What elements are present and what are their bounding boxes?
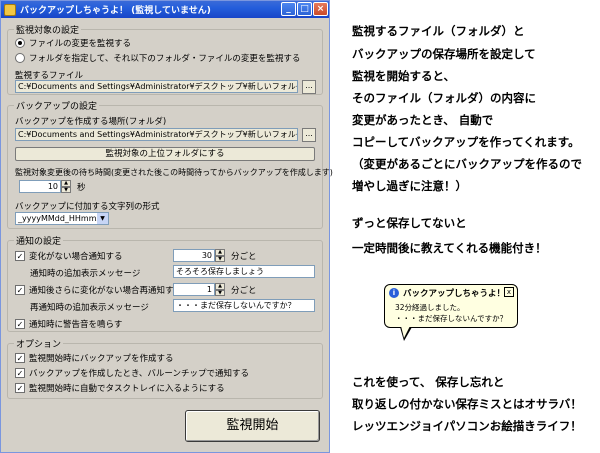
option3-row[interactable]: ✓ 監視開始時に自動でタスクトレイに入るようにする bbox=[15, 382, 225, 394]
renotify-arrows[interactable]: ▲ ▼ bbox=[215, 283, 225, 296]
balloon-tip: i バックアップしちゃうよ！ x 32分経過しました。 ・・・まだ保存しないんで… bbox=[384, 284, 518, 328]
chevron-down-icon[interactable]: ▼ bbox=[97, 213, 108, 224]
no-change-unit: 分ごと bbox=[231, 252, 257, 262]
sound-label: 通知時に警告音を鳴らす bbox=[29, 320, 123, 330]
note-line-13: レッツエンジョイパソコンお絵描きライフ！ bbox=[352, 419, 582, 433]
note-line-1: 監視するファイル（フォルダ）と bbox=[352, 24, 525, 38]
balloon-line-1: 32分経過しました。 bbox=[395, 303, 465, 312]
suffix-format-label: バックアップに付加する文字列の形式 bbox=[15, 202, 160, 212]
note-line-11: これを使って、 保存し忘れと bbox=[352, 375, 505, 389]
wait-time-label: 監視対象変更後の待ち時間(変更された後この時間待ってからバックアップを作成します… bbox=[15, 168, 333, 177]
option2-row[interactable]: ✓ バックアップを作成したとき、バルーンチップで通知する bbox=[15, 367, 249, 379]
title-bar[interactable]: バックアップしちゃうよ！ (監視していません) _ □ × bbox=[1, 1, 329, 18]
options-label: オプション bbox=[14, 337, 64, 350]
target-settings-label: 監視対象の設定 bbox=[14, 23, 82, 36]
app-icon bbox=[4, 3, 16, 16]
suffix-format-value: _yyyyMMdd_HHmmss bbox=[18, 214, 105, 223]
parent-folder-button[interactable]: 監視対象の上位フォルダにする bbox=[15, 147, 315, 161]
no-change-spinner[interactable]: 30 ▲ ▼ bbox=[173, 249, 225, 262]
balloon-close-icon[interactable]: x bbox=[504, 287, 514, 297]
extra-message-label: 通知時の追加表示メッセージ bbox=[30, 269, 141, 279]
renotify-value[interactable]: 1 bbox=[173, 283, 215, 296]
note-line-4: そのファイル（フォルダ）の内容に bbox=[352, 91, 536, 105]
option3-checkbox[interactable]: ✓ bbox=[15, 383, 25, 393]
browse-dest-button[interactable]: ... bbox=[302, 128, 316, 142]
maximize-button[interactable]: □ bbox=[297, 2, 312, 16]
note-line-7: （変更があるごとにバックアップを作るので bbox=[352, 157, 582, 171]
sound-checkbox[interactable]: ✓ bbox=[15, 319, 25, 329]
browse-file-button[interactable]: ... bbox=[302, 80, 316, 94]
balloon-line-2: ・・・まだ保存しないんですか？ bbox=[395, 314, 508, 323]
start-monitoring-button[interactable]: 監視開始 bbox=[185, 410, 320, 442]
watch-file-field[interactable]: C:¥Documents and Settings¥Administrator¥… bbox=[15, 80, 298, 93]
option1-row[interactable]: ✓ 監視開始時にバックアップを作成する bbox=[15, 352, 174, 364]
renotify-spinner[interactable]: 1 ▲ ▼ bbox=[173, 283, 225, 296]
option1-checkbox[interactable]: ✓ bbox=[15, 353, 25, 363]
note-line-5: 変更があったとき、 自動で bbox=[352, 113, 494, 127]
backup-dest-label: バックアップを作成する場所(フォルダ) bbox=[15, 117, 167, 127]
radio-file-button[interactable] bbox=[15, 38, 25, 48]
note-line-6: コピーしてバックアップを作ってくれます。 bbox=[352, 135, 580, 149]
radio-watch-file[interactable]: ファイルの変更を監視する bbox=[15, 37, 131, 49]
renotify-checkbox[interactable]: ✓ bbox=[15, 285, 25, 295]
re-message-label: 再通知時の追加表示メッセージ bbox=[30, 303, 149, 313]
wait-time-arrows[interactable]: ▲ ▼ bbox=[61, 180, 71, 193]
note-line-8: 増やし過ぎに注意！） bbox=[352, 179, 467, 193]
suffix-format-select[interactable]: _yyyyMMdd_HHmmss ▼ bbox=[15, 212, 109, 225]
info-icon: i bbox=[389, 288, 399, 298]
backup-settings-label: バックアップの設定 bbox=[14, 99, 100, 112]
note-line-10: 一定時間後に教えてくれる機能付き！ bbox=[352, 241, 547, 255]
close-button[interactable]: × bbox=[313, 2, 328, 16]
option1-label: 監視開始時にバックアップを作成する bbox=[29, 354, 174, 364]
balloon-tail-inner bbox=[401, 326, 410, 338]
window-title: バックアップしちゃうよ！ (監視していません) bbox=[20, 6, 211, 16]
minimize-button[interactable]: _ bbox=[281, 2, 296, 16]
radio-watch-folder[interactable]: フォルダを指定して、それ以下のフォルダ・ファイルの変更を監視する bbox=[15, 52, 300, 64]
radio-folder-label: フォルダを指定して、それ以下のフォルダ・ファイルの変更を監視する bbox=[29, 54, 301, 64]
note-line-12: 取り返しの付かない保存ミスとはオサラバ！ bbox=[352, 397, 582, 411]
wait-time-unit: 秒 bbox=[77, 183, 86, 193]
renotify-unit: 分ごと bbox=[231, 286, 257, 296]
note-line-3: 監視を開始すると、 bbox=[352, 69, 456, 83]
app-window: バックアップしちゃうよ！ (監視していません) _ □ × 監視対象の設定 ファ… bbox=[0, 0, 333, 453]
option2-label: バックアップを作成したとき、バルーンチップで通知する bbox=[29, 369, 249, 379]
backup-dest-field[interactable]: C:¥Documents and Settings¥Administrator¥… bbox=[15, 128, 298, 141]
wait-time-value[interactable]: 10 bbox=[19, 180, 61, 193]
re-message-field[interactable]: ・・・まだ保存しないんですか？ bbox=[173, 299, 315, 312]
no-change-checkbox-row[interactable]: ✓ 変化がない場合通知する bbox=[15, 250, 123, 262]
no-change-value[interactable]: 30 bbox=[173, 249, 215, 262]
note-line-2: バックアップの保存場所を設定して bbox=[352, 47, 536, 61]
option3-label: 監視開始時に自動でタスクトレイに入るようにする bbox=[29, 384, 225, 394]
extra-message-field[interactable]: そろそろ保存しましょう bbox=[173, 265, 315, 278]
no-change-checkbox[interactable]: ✓ bbox=[15, 251, 25, 261]
radio-folder-button[interactable] bbox=[15, 53, 25, 63]
notify-settings-label: 通知の設定 bbox=[14, 234, 64, 247]
radio-file-label: ファイルの変更を監視する bbox=[29, 39, 132, 49]
no-change-label: 変化がない場合通知する bbox=[29, 252, 123, 262]
balloon-title: バックアップしちゃうよ！ bbox=[403, 289, 506, 299]
option2-checkbox[interactable]: ✓ bbox=[15, 368, 25, 378]
note-line-9: ずっと保存してないと bbox=[352, 216, 467, 230]
sound-checkbox-row[interactable]: ✓ 通知時に警告音を鳴らす bbox=[15, 318, 122, 330]
renotify-checkbox-row[interactable]: ✓ 通知後さらに変化がない場合再通知する bbox=[15, 284, 182, 296]
wait-time-spinner[interactable]: 10 ▲ ▼ bbox=[19, 180, 71, 193]
renotify-label: 通知後さらに変化がない場合再通知する bbox=[29, 286, 183, 296]
no-change-arrows[interactable]: ▲ ▼ bbox=[215, 249, 225, 262]
